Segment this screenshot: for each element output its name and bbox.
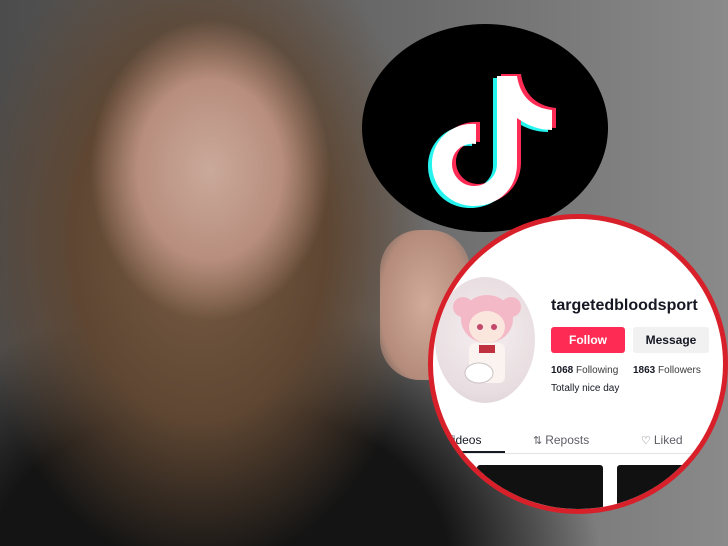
profile-bio: Totally nice day	[551, 383, 620, 394]
following-stat[interactable]: 1068 Following	[551, 365, 618, 376]
repost-icon: ⇅	[533, 435, 543, 447]
video-thumbnail[interactable]	[617, 465, 717, 509]
tab-reposts-label: Reposts	[545, 433, 590, 447]
profile-zoom-circle: targetedbloodsport Follow Message 1068 F…	[428, 214, 728, 514]
tiktok-logo-icon	[362, 24, 608, 232]
message-button[interactable]: Message	[633, 327, 709, 353]
tab-liked-label: Liked	[653, 433, 683, 447]
followers-stat[interactable]: 1863 Followers	[633, 365, 701, 376]
heart-lock-icon: ♡	[641, 435, 651, 447]
followers-label: Followers	[658, 365, 701, 376]
tab-reposts[interactable]: ⇅ Reposts	[533, 433, 589, 447]
tab-liked[interactable]: ♡ Liked	[641, 433, 683, 447]
video-thumbnail[interactable]	[477, 465, 603, 509]
follow-button[interactable]: Follow	[551, 327, 625, 353]
active-tab-indicator	[433, 451, 505, 453]
followers-count: 1863	[633, 365, 656, 376]
profile-username: targetedbloodsport	[551, 297, 698, 314]
following-label: Following	[576, 365, 619, 376]
following-count: 1068	[551, 365, 574, 376]
profile-tabs: Videos ⇅ Reposts ♡ Liked	[433, 425, 723, 454]
avatar[interactable]	[435, 277, 535, 403]
tab-videos[interactable]: Videos	[445, 433, 481, 447]
tab-videos-label: Videos	[445, 433, 482, 447]
